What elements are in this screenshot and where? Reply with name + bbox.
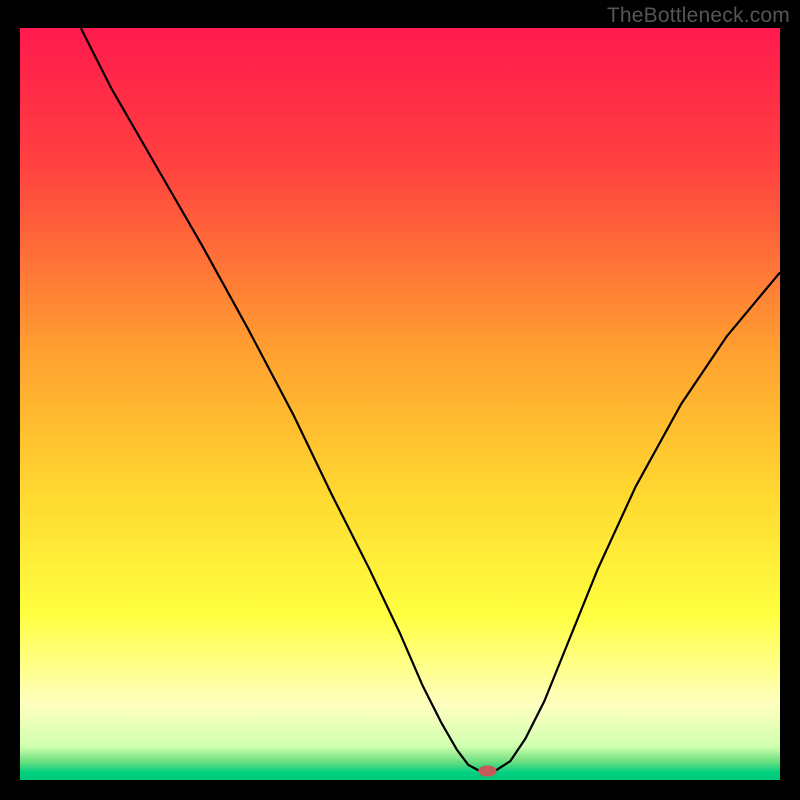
gradient-background: [20, 28, 780, 780]
plot-area: [20, 28, 780, 780]
optimal-point-marker: [478, 765, 496, 776]
chart-svg: [20, 28, 780, 780]
watermark-text: TheBottleneck.com: [607, 4, 790, 28]
chart-container: TheBottleneck.com: [0, 0, 800, 800]
